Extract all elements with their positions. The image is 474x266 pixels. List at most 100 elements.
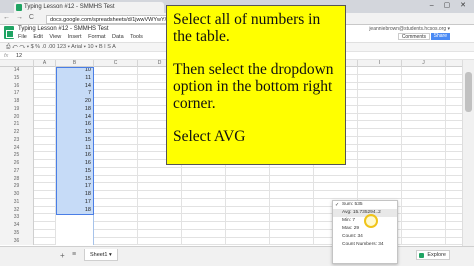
row-header[interactable]: 19 (0, 105, 34, 114)
cell-a[interactable] (34, 98, 56, 106)
row-header[interactable]: 30 (0, 191, 34, 199)
row-header[interactable]: 14 (0, 67, 34, 75)
account-email[interactable]: jeanniebrown@students.hcsos.org ▾ (369, 26, 450, 32)
row-header[interactable]: 26 (0, 160, 34, 168)
cell-a[interactable] (34, 152, 56, 160)
empty-cells[interactable] (94, 183, 462, 191)
share-button[interactable]: Share (430, 33, 450, 40)
row-header[interactable]: 29 (0, 183, 34, 191)
summary-option[interactable]: ✓ Sum: 535 (333, 201, 397, 209)
row-header[interactable]: 25 (0, 152, 34, 160)
row-header[interactable]: 23 (0, 136, 34, 145)
menu-tools[interactable]: Tools (130, 34, 143, 40)
row-header[interactable]: 24 (0, 144, 34, 153)
cell-a[interactable] (34, 160, 56, 168)
empty-cells[interactable] (94, 191, 462, 199)
cell-a[interactable] (34, 129, 56, 137)
menu-view[interactable]: View (49, 34, 61, 40)
cell-a[interactable] (34, 105, 56, 114)
column-header[interactable]: I (358, 60, 402, 67)
cell-a[interactable] (34, 198, 56, 207)
row-header[interactable]: 16 (0, 82, 34, 91)
vertical-scrollbar[interactable] (462, 60, 474, 246)
column-header[interactable]: C (94, 60, 138, 67)
scrollbar-thumb[interactable] (465, 72, 472, 112)
cell-b[interactable]: 16 (56, 152, 94, 160)
cell-b[interactable]: 15 (56, 136, 94, 145)
empty-cells[interactable] (94, 175, 462, 184)
sheet-tab[interactable]: Sheet1 ▾ (84, 249, 118, 261)
all-sheets-button[interactable]: ≡ (72, 251, 76, 258)
cell-a[interactable] (34, 67, 56, 75)
cell-a[interactable] (34, 144, 56, 153)
column-header[interactable]: A (34, 60, 56, 67)
cell-b[interactable]: 18 (56, 206, 94, 215)
browser-tab[interactable]: Typing Lesson #12 - SMMHS Test (14, 2, 164, 13)
formula-input[interactable]: 12 (16, 52, 22, 60)
row-header[interactable]: 36 (0, 237, 34, 246)
cell-b[interactable]: 18 (56, 105, 94, 114)
cell-b[interactable]: 15 (56, 175, 94, 184)
cell-b[interactable]: 13 (56, 129, 94, 137)
cell-a[interactable] (34, 191, 56, 199)
cell-a[interactable] (34, 183, 56, 191)
empty-cells[interactable] (94, 222, 462, 230)
menu-data[interactable]: Data (112, 34, 124, 40)
empty-cells[interactable] (94, 167, 462, 176)
row-header[interactable]: 32 (0, 206, 34, 215)
cell-b[interactable]: 17 (56, 198, 94, 207)
cell-a[interactable] (34, 121, 56, 129)
cell-b[interactable]: 17 (56, 183, 94, 191)
row-header[interactable]: 18 (0, 98, 34, 106)
cell-b[interactable]: 18 (56, 191, 94, 199)
cell-a[interactable] (34, 222, 56, 230)
row-header[interactable]: 22 (0, 129, 34, 137)
row-header[interactable]: 17 (0, 90, 34, 98)
explore-button[interactable]: Explore (416, 250, 450, 260)
row-header[interactable]: 27 (0, 167, 34, 176)
summary-option[interactable]: Count: 34 (333, 233, 397, 241)
add-sheet-button[interactable]: + (60, 251, 65, 260)
cell-b[interactable]: 14 (56, 82, 94, 91)
row-header[interactable]: 20 (0, 113, 34, 122)
cell-b[interactable]: 16 (56, 121, 94, 129)
summary-dropdown[interactable]: ✓ Sum: 535 Avg: 15.735294..2 Min: 7 Max: 29 C… (332, 200, 398, 264)
column-header[interactable]: B (56, 60, 94, 67)
empty-cells[interactable] (94, 198, 462, 207)
cell-a[interactable] (34, 136, 56, 145)
cell-a[interactable] (34, 113, 56, 122)
row-header[interactable]: 31 (0, 198, 34, 207)
cell-a[interactable] (34, 214, 56, 222)
row-header[interactable]: 15 (0, 74, 34, 83)
cell-a[interactable] (34, 175, 56, 184)
row-header[interactable]: 35 (0, 229, 34, 238)
cell-b[interactable]: 14 (56, 113, 94, 122)
empty-cells[interactable] (94, 214, 462, 222)
cell-b[interactable] (56, 214, 94, 222)
row-header[interactable]: 33 (0, 214, 34, 222)
menu-format[interactable]: Format (88, 34, 105, 40)
cell-a[interactable] (34, 82, 56, 91)
cell-b[interactable]: 10 (56, 67, 94, 75)
summary-option[interactable]: Count Numbers: 34 (333, 241, 397, 249)
column-header[interactable]: J (402, 60, 446, 67)
empty-cells[interactable] (94, 206, 462, 215)
cell-b[interactable]: 7 (56, 90, 94, 98)
sheets-logo-icon[interactable] (4, 26, 14, 39)
select-all-corner[interactable] (0, 60, 34, 67)
cell-a[interactable] (34, 167, 56, 176)
window-controls[interactable]: – ▢ ✕ (430, 1, 470, 9)
row-header[interactable]: 28 (0, 175, 34, 184)
comments-button[interactable]: Comments (397, 33, 430, 40)
url-input[interactable]: docs.google.com/spreadsheets/d/1jwwVWYwY… (46, 15, 176, 24)
empty-cells[interactable] (94, 237, 462, 246)
cell-b[interactable]: 15 (56, 167, 94, 176)
empty-cells[interactable] (94, 229, 462, 238)
cell-b[interactable] (56, 237, 94, 246)
document-title[interactable]: Typing Lesson #12 - SMMHS Test (18, 26, 109, 32)
menu-file[interactable]: File (18, 34, 27, 40)
cell-b[interactable] (56, 229, 94, 238)
cell-b[interactable]: 11 (56, 144, 94, 153)
cell-a[interactable] (34, 206, 56, 215)
nav-buttons[interactable]: ← → C (3, 14, 36, 21)
